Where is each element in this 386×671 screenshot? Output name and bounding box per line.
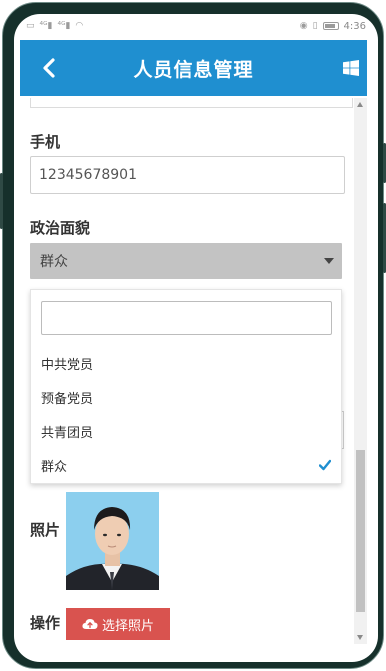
windows-icon [343,60,359,76]
phone-side-button [0,173,3,229]
dropdown-option-label: 共青团员 [41,425,94,441]
phone-label: 手机 [30,133,61,151]
dropdown-option[interactable]: 中共党员 [31,348,341,378]
phone-input[interactable]: 12345678901 [30,156,345,194]
scrollbar[interactable] [354,98,367,644]
status-time: 4:36 [343,20,366,32]
dropdown-option[interactable]: 共青团员 [31,416,341,446]
signal-icon: ⁴ᴳ▮ [57,21,71,31]
choose-photo-label: 选择照片 [101,618,154,634]
vibrate-icon: ▯ [312,21,318,31]
political-status-value: 群众 [40,254,68,270]
previous-field-edge [30,98,353,108]
dropdown-option[interactable]: 预备党员 [31,382,341,412]
status-left-icons: ▭ ⁴ᴳ▮ ⁴ᴳ▮ ◠ [26,21,83,31]
political-status-select[interactable]: 群众 [30,243,342,279]
cloud-upload-icon [82,619,98,629]
choose-photo-button[interactable]: 选择照片 [66,608,170,640]
political-status-label: 政治面貌 [30,219,91,237]
battery-icon [322,22,339,30]
dropdown-option-selected[interactable]: 群众 [31,450,341,480]
wifi-icon: ◠ [75,21,84,31]
scrollbar-thumb[interactable] [356,450,365,612]
scroll-down-arrow-icon[interactable] [357,635,363,640]
caret-down-icon [324,258,334,264]
dropdown-search-input[interactable] [41,301,332,335]
portrait-image [66,492,159,590]
back-button[interactable] [38,54,60,82]
dropdown-option-label: 中共党员 [41,357,94,373]
windows-button[interactable] [341,58,361,78]
page-title: 人员信息管理 [133,58,254,81]
phone-screen: ▭ ⁴ᴳ▮ ⁴ᴳ▮ ◠ ◉ ▯ 4:36 人员信息管理 手机 123456789… [14,14,378,662]
checkmark-icon [319,459,331,471]
photo-label: 照片 [30,521,61,539]
sim-icon: ▭ [26,21,35,31]
signal-icon: ⁴ᴳ▮ [39,21,53,31]
dropdown-option-label: 群众 [41,459,68,475]
phone-frame: ▭ ⁴ᴳ▮ ⁴ᴳ▮ ◠ ◉ ▯ 4:36 人员信息管理 手机 123456789… [0,2,386,669]
political-status-dropdown: 中共党员 预备党员 共青团员 群众 [30,289,342,484]
scroll-up-arrow-icon[interactable] [357,102,363,107]
action-label: 操作 [30,614,61,632]
status-right-icons: ◉ ▯ 4:36 [300,21,366,32]
phone-input-value: 12345678901 [39,167,137,183]
chevron-left-icon [43,58,55,78]
id-photo [66,492,159,590]
app-header: 人员信息管理 [20,40,367,96]
status-bar: ▭ ⁴ᴳ▮ ⁴ᴳ▮ ◠ ◉ ▯ 4:36 [14,14,378,38]
form-content: 手机 12345678901 政治面貌 群众 中共党员 预备党员 共青团员 群众… [20,96,360,656]
eye-icon: ◉ [299,21,308,31]
dropdown-option-label: 预备党员 [41,391,94,407]
